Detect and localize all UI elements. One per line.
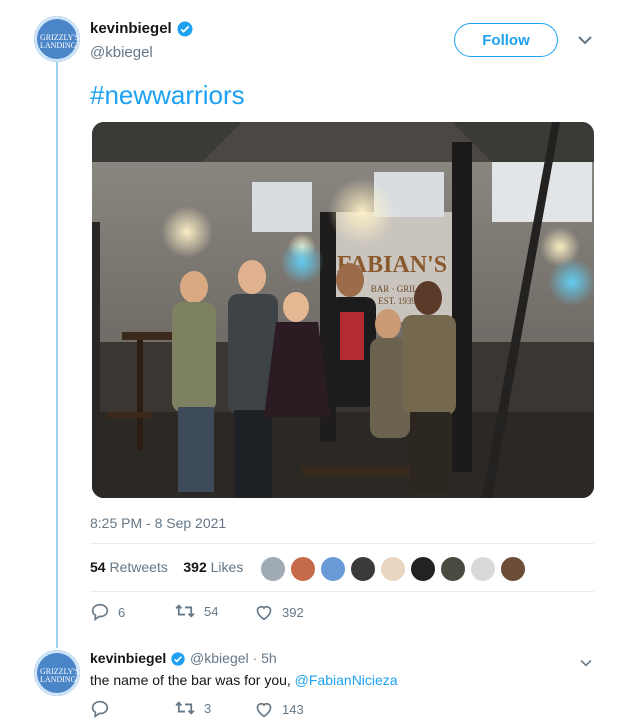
liker-avatar[interactable] [290, 556, 316, 582]
heart-icon [256, 605, 272, 621]
liker-avatar[interactable] [470, 556, 496, 582]
retweet-button[interactable]: 3 [174, 700, 211, 716]
reply-icon [91, 603, 109, 621]
reply-header: kevinbiegel @kbiegel · 5h [90, 650, 277, 667]
reply-author-avatar[interactable]: GRIZZLY'S LANDING [34, 650, 80, 696]
like-button[interactable]: 392 [254, 603, 304, 621]
retweet-button[interactable]: 54 [174, 603, 218, 619]
divider [90, 591, 594, 592]
liker-avatar[interactable] [260, 556, 286, 582]
liker-avatar[interactable] [440, 556, 466, 582]
reply-author-name[interactable]: kevinbiegel [90, 650, 166, 666]
photo-sign-est: EST. 1939 [378, 296, 416, 306]
avatar-logo-text: GRIZZLY'S LANDING [40, 667, 80, 684]
like-count: 143 [282, 701, 304, 717]
follow-button[interactable]: Follow [454, 23, 558, 57]
reply-count: 6 [118, 604, 126, 620]
chevron-down-icon[interactable] [578, 32, 592, 50]
divider [90, 543, 594, 544]
group-photo-image: FABIAN'S BAR · GRILL EST. 1939 [92, 122, 594, 498]
reply-button[interactable] [90, 700, 110, 718]
reply-text: the name of the bar was for you, @Fabian… [90, 672, 398, 688]
reply-time[interactable]: 5h [261, 650, 277, 666]
retweet-icon [175, 604, 195, 618]
engagement-stats: 54 Retweets 392 Likes [90, 559, 243, 575]
liker-avatar[interactable] [380, 556, 406, 582]
reply-body: the name of the bar was for you, [90, 672, 291, 688]
reply-button[interactable]: 6 [90, 603, 125, 621]
likes-stat[interactable]: 392 Likes [183, 559, 243, 575]
tweet-photo[interactable]: FABIAN'S BAR · GRILL EST. 1939 [92, 122, 594, 498]
heart-icon [256, 702, 272, 718]
tweet-timestamp[interactable]: 8:25 PM - 8 Sep 2021 [90, 515, 226, 531]
verified-badge-icon [171, 652, 185, 666]
liker-avatar[interactable] [320, 556, 346, 582]
retweets-stat[interactable]: 54 Retweets [90, 559, 168, 575]
retweet-icon [175, 701, 195, 715]
author-avatar[interactable]: GRIZZLY'S LANDING [34, 16, 80, 62]
liker-avatar[interactable] [500, 556, 526, 582]
liker-avatars [260, 556, 526, 582]
verified-badge-icon [177, 21, 193, 37]
tweet-text-hashtag[interactable]: #newwarriors [90, 80, 245, 111]
like-count: 392 [282, 604, 304, 620]
reply-icon [91, 700, 109, 718]
separator-dot: · [252, 650, 258, 666]
avatar-logo-text: GRIZZLY'S LANDING [40, 33, 80, 50]
chevron-down-icon[interactable] [580, 654, 592, 672]
author-name[interactable]: kevinbiegel [90, 20, 194, 38]
reply-author-handle[interactable]: @kbiegel [190, 650, 249, 666]
like-button[interactable]: 143 [254, 700, 304, 718]
mention-link[interactable]: @FabianNicieza [295, 672, 398, 688]
liker-avatar[interactable] [350, 556, 376, 582]
retweet-count: 3 [204, 700, 212, 716]
thread-line [56, 62, 58, 648]
author-handle[interactable]: @kbiegel [90, 44, 153, 61]
retweet-count: 54 [204, 603, 219, 619]
liker-avatar[interactable] [410, 556, 436, 582]
